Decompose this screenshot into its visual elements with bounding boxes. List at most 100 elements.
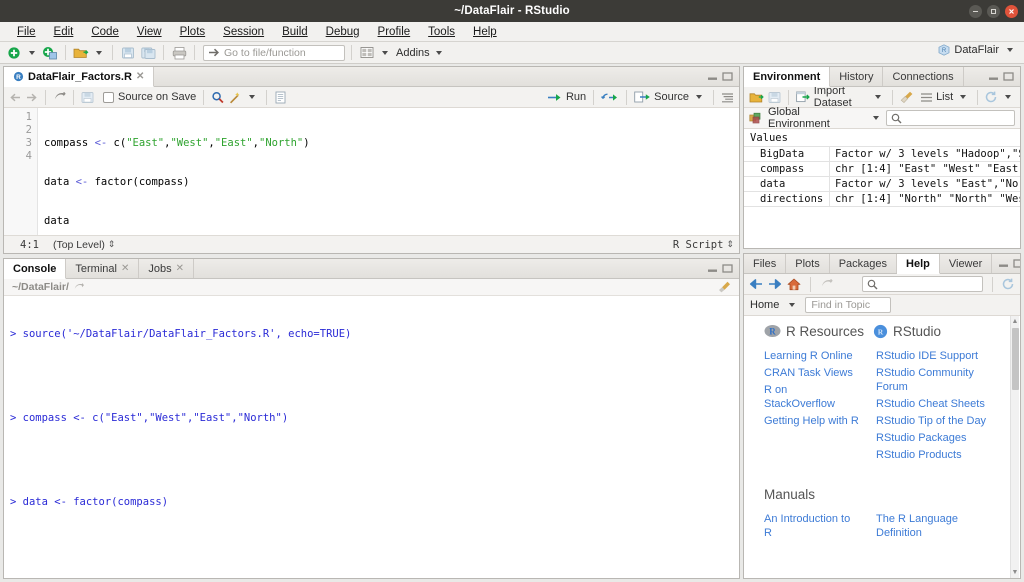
table-row[interactable]: directions chr [1:4] "North" "North" "We… — [744, 191, 1020, 207]
minimize-window-button[interactable] — [969, 4, 982, 18]
tab-help[interactable]: Help — [897, 254, 940, 274]
list-view-icon[interactable] — [920, 92, 933, 103]
refresh-icon[interactable] — [1002, 278, 1015, 290]
table-row[interactable]: compass chr [1:4] "East" "West" "East" … — [744, 161, 1020, 177]
editor-code-area[interactable]: compass <- c("East","West","East","North… — [38, 108, 739, 235]
menu-plots[interactable]: Plots — [171, 24, 215, 40]
scrollbar-thumb[interactable] — [1011, 328, 1019, 390]
open-file-dropdown-icon[interactable] — [96, 50, 102, 55]
scope-selector[interactable]: (Top Level) ⇕ — [53, 239, 115, 251]
environment-objects-table[interactable]: Values BigData Factor w/ 3 levels "Hadoo… — [744, 129, 1020, 248]
view-mode-dropdown-icon[interactable] — [960, 95, 967, 99]
home-icon[interactable] — [787, 278, 801, 291]
code-tools-icon[interactable] — [228, 91, 242, 104]
link-rstudio-tip-of-the-day[interactable]: RStudio Tip of the Day — [876, 414, 996, 428]
save-icon[interactable] — [119, 44, 137, 62]
link-learning-r-online[interactable]: Learning R Online — [764, 349, 860, 363]
menu-tools[interactable]: Tools — [419, 24, 464, 40]
forward-icon[interactable] — [25, 92, 38, 103]
print-icon[interactable] — [170, 44, 188, 62]
compile-report-icon[interactable] — [274, 91, 287, 104]
link-getting-help-with-r[interactable]: Getting Help with R — [764, 414, 860, 428]
back-icon[interactable] — [749, 278, 763, 290]
tab-history[interactable]: History — [830, 67, 884, 86]
menu-code[interactable]: Code — [82, 24, 128, 40]
filetype-selector[interactable]: R Script ⇕ — [673, 239, 734, 251]
open-in-new-window-icon[interactable] — [73, 282, 84, 292]
maximize-pane-icon[interactable] — [722, 264, 733, 273]
show-in-new-window-icon[interactable] — [820, 278, 833, 290]
document-outline-icon[interactable] — [721, 92, 734, 103]
find-in-topic-input[interactable]: Find in Topic — [805, 297, 892, 313]
scroll-down-icon[interactable]: ▼ — [1011, 567, 1020, 578]
save-all-icon[interactable] — [139, 44, 157, 62]
maximize-window-button[interactable] — [987, 4, 1000, 18]
menu-help[interactable]: Help — [464, 24, 506, 40]
show-in-new-window-icon[interactable] — [53, 91, 66, 103]
link-the-r-language-definition[interactable]: The R Language Definition — [876, 512, 996, 540]
open-file-icon[interactable] — [72, 44, 90, 62]
source-button[interactable]: Source — [634, 91, 689, 103]
menu-session[interactable]: Session — [214, 24, 273, 40]
console-output[interactable]: > source('~/DataFlair/DataFlair_Factors.… — [4, 296, 739, 578]
save-workspace-icon[interactable] — [768, 91, 781, 104]
close-jobs-icon[interactable]: ✕ — [176, 263, 184, 274]
minimize-pane-icon[interactable] — [707, 264, 718, 273]
refresh-icon[interactable] — [985, 91, 998, 103]
clear-console-icon[interactable] — [718, 281, 731, 293]
menu-build[interactable]: Build — [273, 24, 317, 40]
new-file-dropdown-icon[interactable] — [29, 50, 35, 55]
code-tools-dropdown-icon[interactable] — [249, 95, 256, 99]
menu-view[interactable]: View — [128, 24, 171, 40]
global-environment-dropdown-icon[interactable] — [872, 116, 879, 120]
global-environment-selector[interactable]: Global Environment — [749, 106, 883, 130]
view-mode-label[interactable]: List — [936, 91, 953, 103]
environment-search-input[interactable] — [885, 110, 1015, 126]
maximize-pane-icon[interactable] — [1013, 259, 1020, 268]
link-an-introduction-to-r[interactable]: An Introduction to R — [764, 512, 860, 540]
tab-packages[interactable]: Packages — [829, 254, 898, 273]
tab-environment[interactable]: Environment — [744, 67, 831, 87]
addins-dropdown-icon[interactable] — [435, 50, 442, 55]
help-scrollbar[interactable]: ▲ ▼ — [1010, 316, 1019, 578]
clear-objects-broom-icon[interactable] — [900, 91, 914, 104]
source-editor[interactable]: 1 2 3 4 compass <- c("East","West","East… — [4, 108, 739, 235]
minimize-pane-icon[interactable] — [707, 72, 718, 81]
re-run-previous-icon[interactable] — [601, 92, 619, 103]
link-r-on-stackoverflow[interactable]: R on StackOverflow — [764, 383, 860, 411]
menu-debug[interactable]: Debug — [317, 24, 369, 40]
save-icon[interactable] — [81, 91, 94, 104]
tab-plots[interactable]: Plots — [786, 254, 830, 273]
tab-console[interactable]: Console — [4, 259, 67, 279]
source-tab-dataflair-factors[interactable]: R DataFlair_Factors.R ✕ — [4, 67, 155, 87]
tab-viewer[interactable]: Viewer — [939, 254, 993, 273]
new-file-icon[interactable] — [5, 44, 23, 62]
run-button[interactable]: Run — [547, 91, 586, 103]
refresh-dropdown-icon[interactable] — [1004, 95, 1011, 99]
source-on-save-checkbox[interactable]: Source on Save — [103, 91, 196, 103]
scroll-up-icon[interactable]: ▲ — [1011, 316, 1020, 327]
link-rstudio-products[interactable]: RStudio Products — [876, 448, 996, 462]
workspace-panes-icon[interactable] — [358, 44, 376, 62]
help-home-dropdown-icon[interactable] — [789, 303, 796, 307]
help-home-label[interactable]: Home — [750, 299, 779, 311]
menu-edit[interactable]: Edit — [45, 24, 83, 40]
close-tab-icon[interactable]: ✕ — [136, 71, 144, 82]
help-search-input[interactable] — [861, 276, 983, 292]
workspace-panes-dropdown-icon[interactable] — [382, 50, 388, 55]
forward-icon[interactable] — [768, 278, 782, 290]
goto-file-function-input[interactable]: Go to file/function — [203, 44, 345, 61]
close-window-button[interactable] — [1005, 4, 1018, 18]
minimize-pane-icon[interactable] — [988, 72, 999, 81]
menu-profile[interactable]: Profile — [369, 24, 420, 40]
back-icon[interactable] — [9, 92, 22, 103]
link-cran-task-views[interactable]: CRAN Task Views — [764, 366, 860, 380]
addins-button[interactable]: Addins — [396, 47, 430, 59]
project-dropdown-icon[interactable] — [1007, 48, 1013, 52]
import-dataset-dropdown-icon[interactable] — [875, 95, 882, 99]
tab-connections[interactable]: Connections — [883, 67, 964, 86]
maximize-pane-icon[interactable] — [1003, 72, 1014, 81]
close-terminal-icon[interactable]: ✕ — [121, 263, 129, 274]
table-row[interactable]: BigData Factor w/ 3 levels "Hadoop","Sp… — [744, 146, 1020, 162]
menu-file[interactable]: File — [8, 24, 45, 40]
